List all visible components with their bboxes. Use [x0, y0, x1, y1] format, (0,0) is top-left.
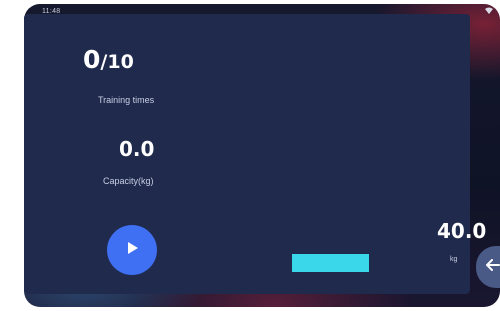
wifi-icon: [484, 7, 494, 17]
arrow-left-icon: [486, 258, 500, 276]
weight-indicator-bar: [292, 254, 369, 272]
play-button[interactable]: [107, 225, 157, 275]
play-icon: [125, 241, 139, 260]
training-times-label: Training times: [98, 95, 155, 105]
capacity-value: 0.0: [119, 137, 155, 161]
training-counter: 0/10: [83, 45, 134, 74]
training-total: /10: [100, 51, 134, 73]
training-count: 0: [83, 45, 101, 74]
capacity-label: Capacity(kg): [103, 176, 154, 186]
weight-unit: kg: [450, 256, 458, 263]
weight-value: 40.0: [437, 219, 487, 243]
